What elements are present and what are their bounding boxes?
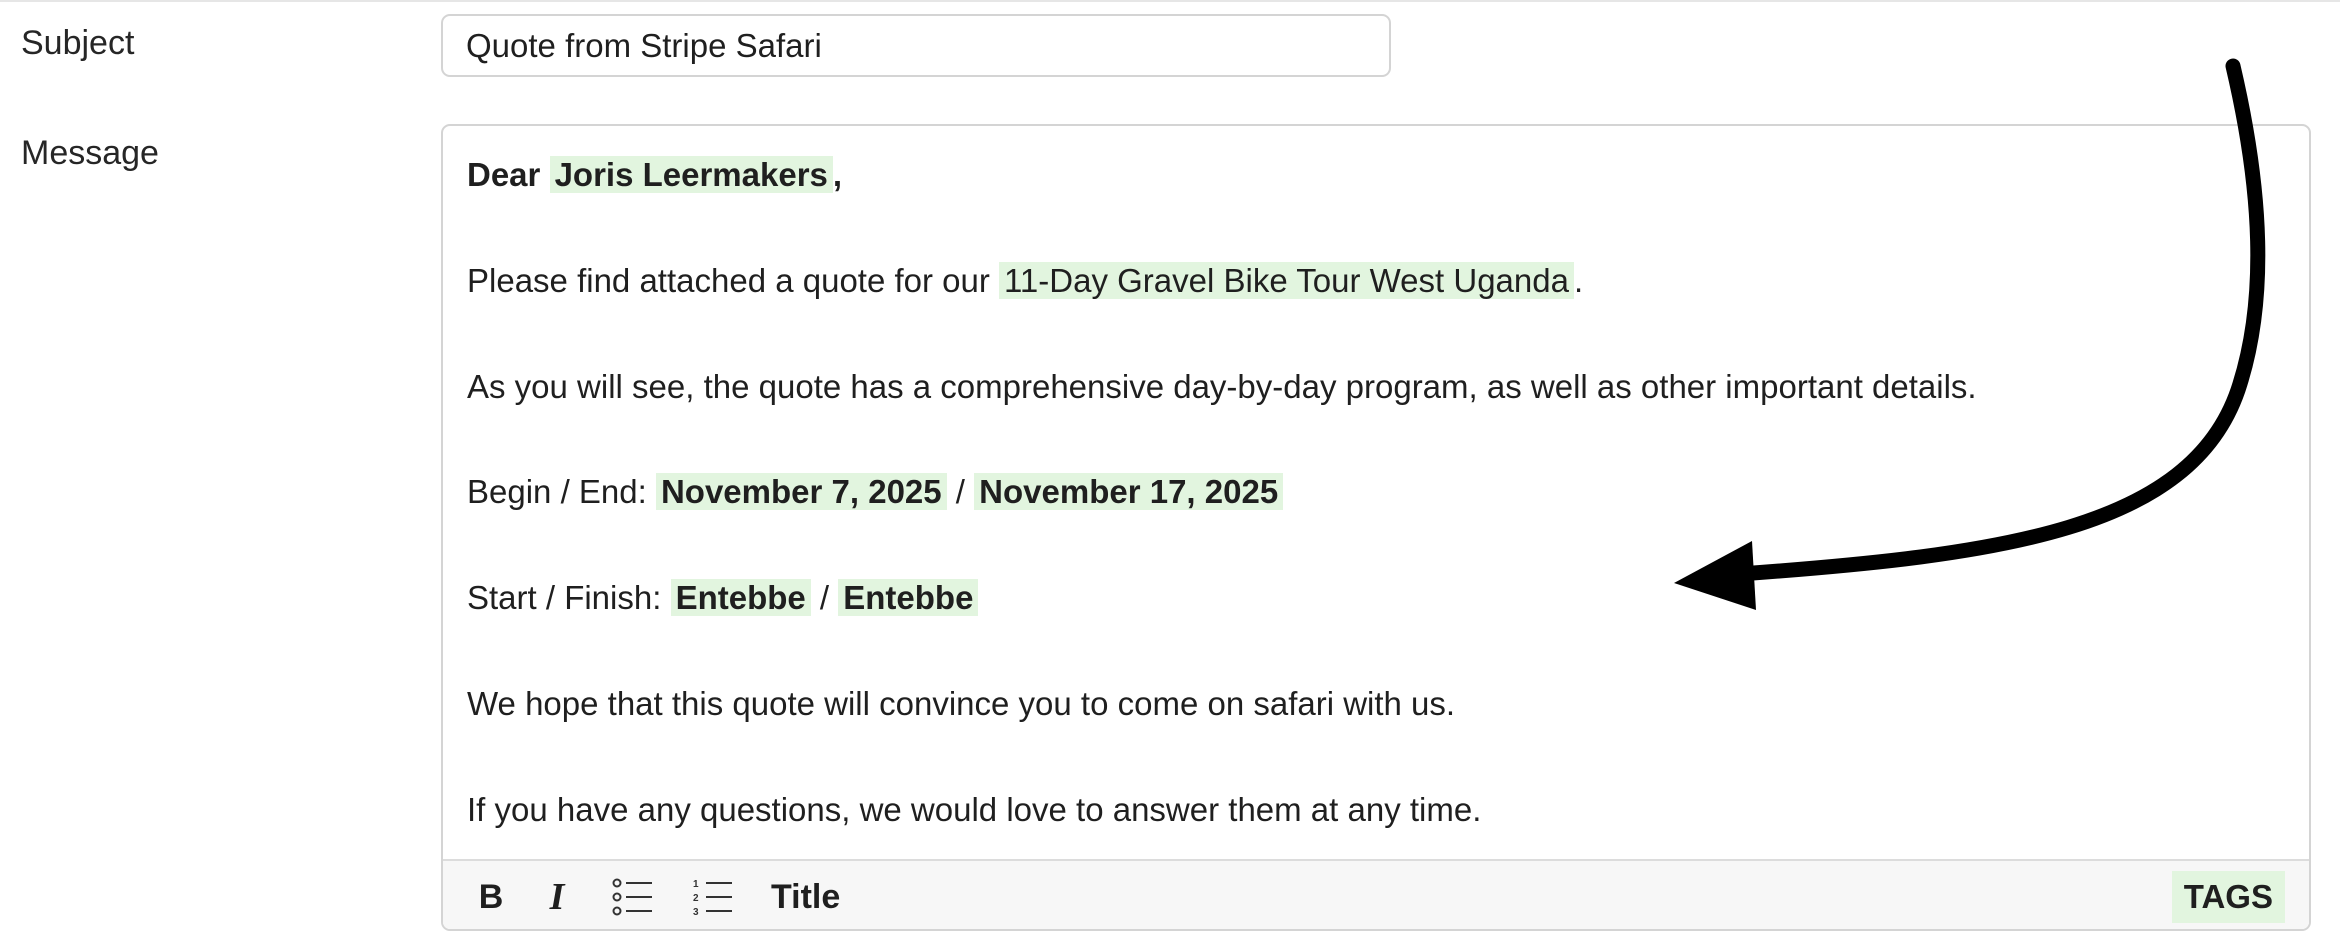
begin-date-tag[interactable]: November 7, 2025: [655, 473, 947, 510]
title-button[interactable]: Title: [771, 875, 840, 919]
greeting-prefix: Dear: [467, 156, 550, 193]
quote-suffix: .: [1573, 262, 1584, 299]
tags-button[interactable]: TAGS: [2171, 871, 2285, 923]
numbered-list-icon: 1 2 3: [693, 879, 732, 917]
svg-text:1: 1: [693, 879, 699, 890]
recipient-name-tag[interactable]: Joris Leermakers: [549, 156, 833, 193]
bold-button[interactable]: B: [471, 875, 511, 919]
quote-prefix: Please find attached a quote for our: [467, 262, 1000, 299]
italic-button[interactable]: I: [537, 875, 577, 919]
program-line: As you will see, the quote has a compreh…: [467, 368, 1977, 405]
dates-separator: /: [946, 473, 975, 510]
places-line: Start / Finish: Entebbe / Entebbe: [467, 577, 979, 619]
greeting-suffix: ,: [832, 156, 843, 193]
greeting-line: Dear Joris Leermakers,: [467, 154, 842, 196]
bullet-list-icon: [612, 878, 652, 916]
message-editor[interactable]: Dear Joris Leermakers, Please find attac…: [441, 124, 2311, 931]
dates-prefix: Begin / End:: [467, 473, 656, 510]
bullet-list-button[interactable]: [611, 875, 655, 919]
start-place-tag[interactable]: Entebbe: [670, 579, 811, 616]
top-divider: [0, 0, 2340, 2]
quote-line: Please find attached a quote for our 11-…: [467, 260, 1583, 302]
message-body[interactable]: Dear Joris Leermakers, Please find attac…: [443, 126, 2309, 859]
questions-line: If you have any questions, we would love…: [467, 791, 1482, 828]
subject-label: Subject: [21, 24, 135, 62]
hope-line: We hope that this quote will convince yo…: [467, 685, 1456, 722]
svg-text:2: 2: [693, 893, 699, 904]
tour-name-tag[interactable]: 11-Day Gravel Bike Tour West Uganda: [999, 262, 1574, 299]
places-prefix: Start / Finish:: [467, 579, 671, 616]
editor-toolbar: B I 1 2 3 Title TAGS: [443, 859, 2309, 929]
end-date-tag[interactable]: November 17, 2025: [974, 473, 1284, 510]
finish-place-tag[interactable]: Entebbe: [838, 579, 979, 616]
places-separator: /: [810, 579, 839, 616]
dates-line: Begin / End: November 7, 2025 / November…: [467, 471, 1284, 513]
subject-input[interactable]: [441, 14, 1391, 77]
svg-text:3: 3: [693, 907, 699, 917]
message-label: Message: [21, 134, 159, 172]
numbered-list-button[interactable]: 1 2 3: [691, 875, 735, 919]
